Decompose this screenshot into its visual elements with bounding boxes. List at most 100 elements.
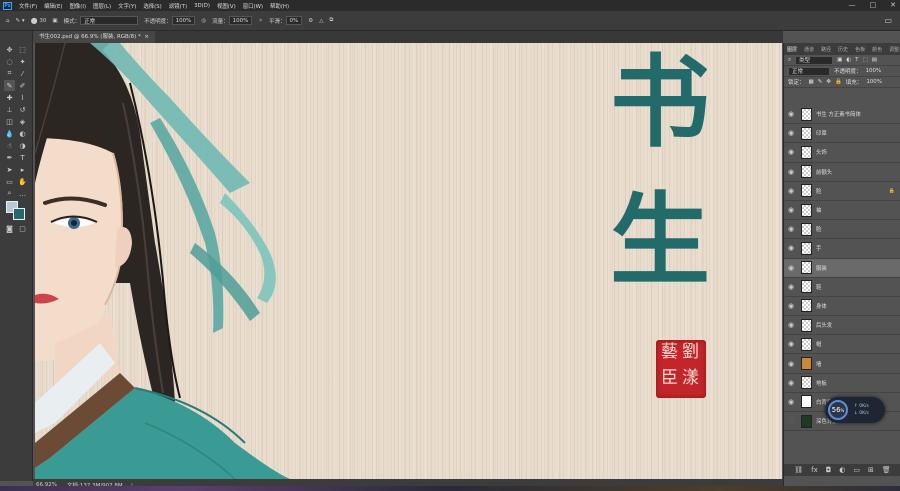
brush-settings-icon[interactable]: ▣ [52,18,57,24]
eye-icon[interactable]: ◉ [784,302,798,310]
layer-row-selected[interactable]: ◉ 服装 [784,258,900,278]
close-window-button[interactable]: ✕ [890,0,896,11]
screen-mode-icon[interactable]: ▢ [17,223,28,234]
brush-tool-icon[interactable]: ✎ [4,80,15,91]
blend-mode-dropdown[interactable]: 正常 [788,66,830,76]
eye-icon[interactable]: ◌ [784,417,798,425]
layer-row[interactable]: ◉ 袖 [784,200,900,221]
layer-row[interactable]: ◉ 鞋 [784,277,900,297]
delete-layer-icon[interactable]: 🗑 [882,466,891,474]
tab-history[interactable]: 历史 [838,46,848,53]
eye-icon[interactable]: ◉ [784,187,798,195]
pencil-tool-icon[interactable]: ✐ [17,80,28,91]
flow-field[interactable]: 100% [228,16,253,25]
eye-icon[interactable]: ◉ [784,321,798,329]
menu-help[interactable]: 帮助(H) [270,2,289,10]
brush-size-preset[interactable]: ● 30 [31,16,47,25]
lock-all-icon[interactable]: 🔒 [835,79,842,85]
document-tab[interactable]: 书生002.psd @ 66.9% (服装, RGB/8) * × [33,31,155,43]
filter-smart-icon[interactable]: ▤ [872,57,877,63]
fill-value[interactable]: 100% [866,79,882,85]
menu-edit[interactable]: 编辑(E) [44,2,62,10]
filter-pixel-icon[interactable]: ▣ [837,57,842,63]
eye-icon[interactable]: ◉ [784,340,798,348]
tab-color[interactable]: 颜色 [872,46,882,53]
eye-icon[interactable]: ◉ [784,129,798,137]
filter-adjust-icon[interactable]: ◐ [846,57,851,63]
layer-opacity-value[interactable]: 100% [866,68,882,74]
home-icon[interactable]: ⌂ [6,18,10,24]
close-tab-icon[interactable]: × [144,34,149,40]
eye-icon[interactable]: ◉ [784,360,798,368]
eyedropper-icon[interactable]: ⁄ [17,68,28,79]
photoshop-logo[interactable]: Ps [3,1,12,10]
link-layers-icon[interactable]: ⛓ [794,466,803,474]
layer-row[interactable]: ◉ 后头发 [784,316,900,336]
menu-view[interactable]: 视图(V) [217,2,236,10]
move-tool-icon[interactable]: ✥ [4,44,15,55]
background-color-swatch[interactable] [13,208,25,220]
eye-icon[interactable]: ◉ [784,398,798,406]
new-group-icon[interactable]: ▭ [853,466,860,474]
symmetry-icon[interactable]: ⧉ [329,17,333,24]
direct-select-icon[interactable]: ▸ [17,164,28,175]
smoothing-field[interactable]: 0% [285,16,303,25]
zoom-tool-icon[interactable]: ⌕ [4,188,15,199]
eye-icon[interactable]: ◉ [784,379,798,387]
tab-adjustments[interactable]: 调整 [889,46,899,53]
layer-row[interactable]: ◉ 头饰 [784,143,900,163]
add-mask-icon[interactable]: ◘ [826,466,832,474]
menu-filter[interactable]: 滤镜(T) [169,2,187,10]
pressure-opacity-icon[interactable]: ◎ [201,18,206,24]
menu-file[interactable]: 文件(F) [19,2,37,10]
eraser-tool-icon[interactable]: ◫ [4,116,15,127]
layer-row[interactable]: ◉ 印章 [784,124,900,144]
layer-row[interactable]: ◉ 地板 [784,373,900,393]
tab-paths[interactable]: 路径 [821,46,831,53]
lock-pixels-icon[interactable]: ✎ [818,79,823,85]
eye-icon[interactable]: ◉ [784,283,798,291]
quick-mask-icon[interactable]: ◙ [4,223,15,234]
lock-position-icon[interactable]: ✥ [826,79,831,85]
layer-row[interactable]: ◉ 前额头 [784,162,900,182]
healing-brush-icon[interactable]: ✚ [4,92,15,103]
crop-tool-icon[interactable]: ⌗ [4,68,15,79]
rectangle-tool-icon[interactable]: ▭ [4,176,15,187]
eye-icon[interactable]: ◉ [784,148,798,156]
filter-type-icon[interactable]: T [855,57,858,63]
lasso-tool-icon[interactable]: ◌ [4,56,15,67]
clone-stamp-icon[interactable]: ⊥ [4,104,15,115]
eye-icon[interactable]: ◉ [784,206,798,214]
angle-icon[interactable]: △ [319,18,323,24]
layer-row[interactable]: ◉ 脸 [784,220,900,240]
network-speed-widget[interactable]: 56% ↑ 0K/s ↓ 0K/s [825,397,885,423]
type-tool-icon[interactable]: T [17,152,28,163]
layer-filter-dropdown[interactable]: 类型 [795,55,834,65]
adjustment-layer-icon[interactable]: ◐ [839,466,845,474]
document-canvas[interactable]: 书 生 劉 漾 藝 臣 [35,43,782,479]
hand-tool-icon[interactable]: ✋ [17,176,28,187]
tab-channels[interactable]: 通道 [804,46,814,53]
layer-row[interactable]: ◉ 帽 [784,335,900,355]
layer-row[interactable]: ◉ 手 [784,239,900,259]
filter-shape-icon[interactable]: ⬚ [862,57,867,63]
paint-bucket-icon[interactable]: ◈ [17,116,28,127]
eye-icon[interactable]: ◉ [784,244,798,252]
magic-wand-icon[interactable]: ✦ [17,56,28,67]
sponge-tool-icon[interactable]: ◑ [17,140,28,151]
opacity-field[interactable]: 100% [171,16,196,25]
smudge-tool-icon[interactable]: ☝ [4,140,15,151]
eye-icon[interactable]: ◉ [784,110,798,118]
brush-tool-icon[interactable]: ✎ ▾ [16,18,25,24]
history-brush-icon[interactable]: ↺ [17,104,28,115]
menu-select[interactable]: 选择(S) [143,2,161,10]
layer-style-icon[interactable]: fx [811,466,818,474]
eye-icon[interactable]: ◉ [784,168,798,176]
marquee-tool-icon[interactable]: ⬚ [17,44,28,55]
tab-layers[interactable]: 图层 [787,46,797,53]
lock-transparent-icon[interactable]: ▦ [809,79,814,85]
workspace-icon[interactable]: ▭ [884,16,892,25]
minimize-button[interactable]: — [849,0,856,11]
menu-window[interactable]: 窗口(W) [243,2,263,10]
pen-tool-icon[interactable]: ✒ [4,152,15,163]
